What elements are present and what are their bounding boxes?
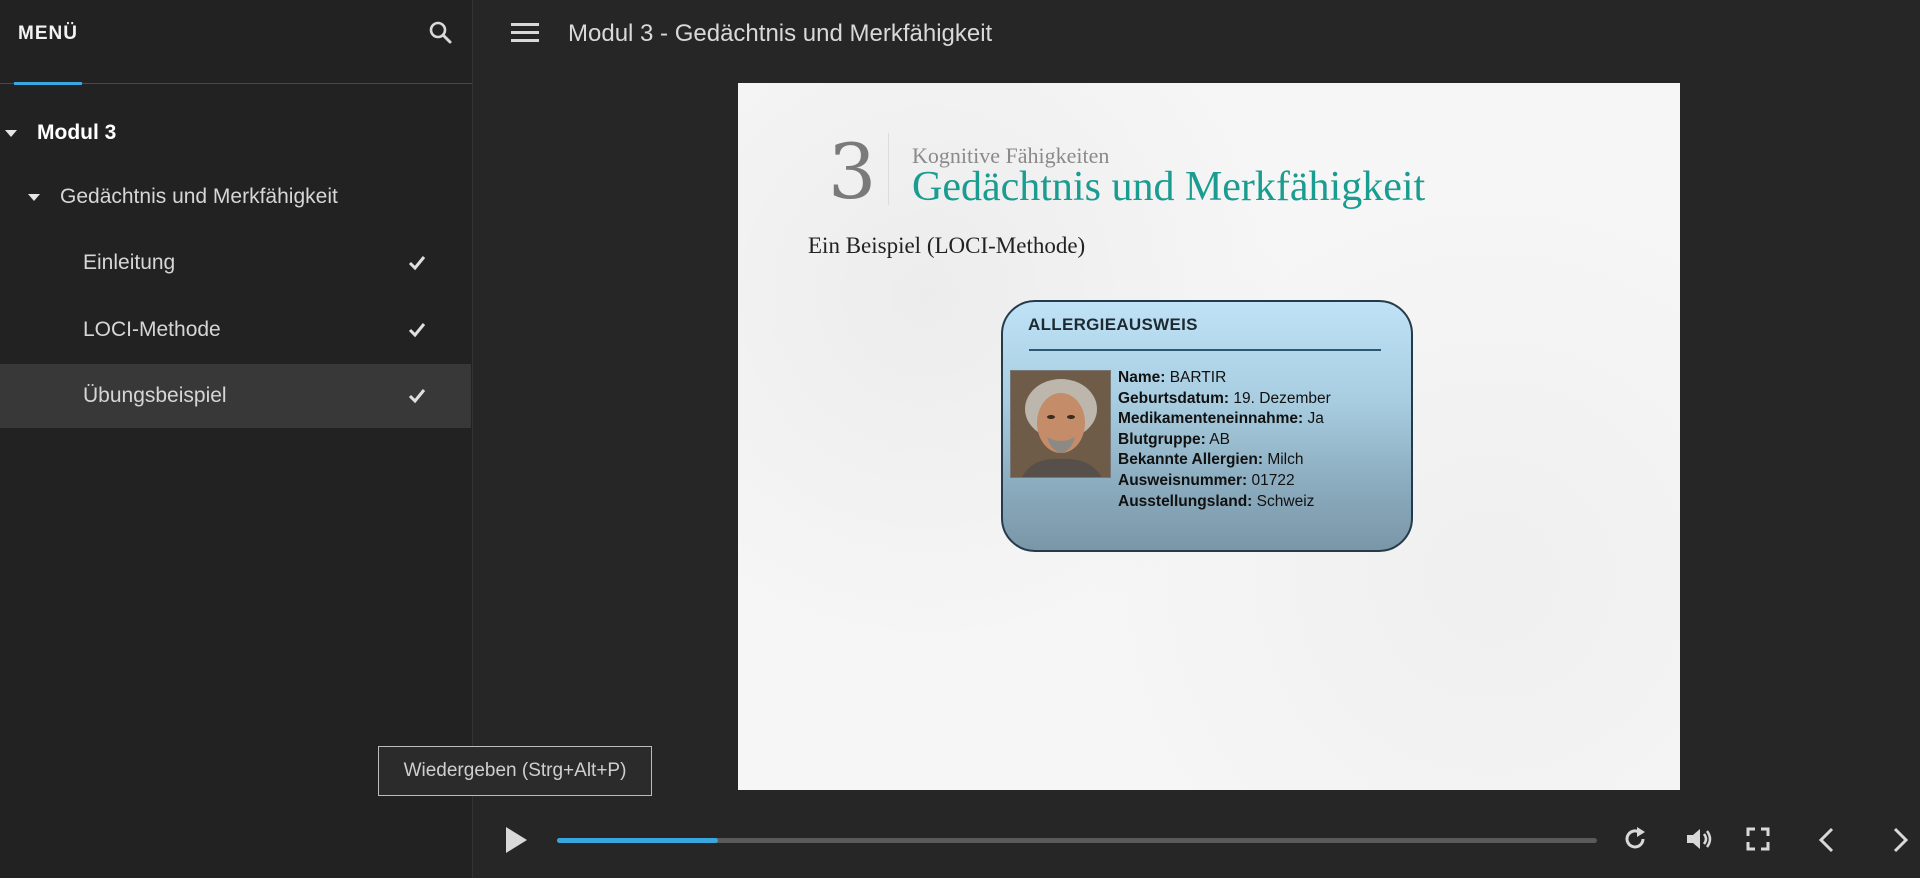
sidebar-item-label: LOCI-Methode bbox=[83, 318, 221, 341]
sidebar-item-label: Gedächtnis und Merkfähigkeit bbox=[60, 185, 338, 208]
top-bar: Modul 3 - Gedächtnis und Merkfähigkeit bbox=[473, 0, 1920, 68]
caret-down-icon bbox=[28, 194, 40, 201]
sidebar-item-label: Modul 3 bbox=[37, 121, 117, 144]
search-icon[interactable] bbox=[428, 20, 454, 46]
slide-divider bbox=[888, 133, 889, 205]
slide-canvas: 3 Kognitive Fähigkeiten Gedächtnis und M… bbox=[738, 83, 1680, 790]
replay-icon[interactable] bbox=[1621, 825, 1649, 858]
card-field-name: Name: BARTIR bbox=[1118, 369, 1227, 386]
card-title: ALLERGIEAUSWEIS bbox=[1028, 315, 1198, 334]
play-tooltip: Wiedergeben (Strg+Alt+P) bbox=[378, 746, 652, 796]
fullscreen-icon[interactable] bbox=[1746, 827, 1770, 856]
check-icon bbox=[408, 389, 426, 404]
card-field-country: Ausstellungsland: Schweiz bbox=[1118, 492, 1315, 510]
sidebar-header: MENÜ bbox=[0, 0, 472, 85]
sidebar-item-modul-3[interactable]: Modul 3 bbox=[0, 101, 471, 165]
card-field-bloodtype: Blutgruppe: AB bbox=[1118, 430, 1230, 448]
progress-fill bbox=[557, 838, 719, 843]
card-field-medication: Medikamenteneinnahme: Ja bbox=[1118, 410, 1324, 428]
slide-title: Gedächtnis und Merkfähigkeit bbox=[912, 164, 1426, 210]
prev-icon[interactable] bbox=[1816, 826, 1836, 859]
card-divider bbox=[1029, 349, 1381, 351]
player-controls bbox=[473, 800, 1920, 878]
slide-module-number: 3 bbox=[828, 127, 877, 216]
next-icon[interactable] bbox=[1891, 826, 1911, 859]
card-field-allergies: Bekannte Allergien: Milch bbox=[1118, 451, 1304, 469]
caret-down-icon bbox=[5, 130, 17, 137]
menu-title: MENÜ bbox=[18, 23, 78, 44]
card-field-id-number: Ausweisnummer: 01722 bbox=[1118, 471, 1295, 489]
allergy-card: ALLERGIEAUSWEIS Name: BARTIR Geburtsdatu… bbox=[1001, 300, 1413, 552]
portrait-photo bbox=[1010, 370, 1111, 478]
check-icon bbox=[408, 256, 426, 271]
sidebar-item-loci-methode[interactable]: LOCI-Methode bbox=[0, 298, 471, 362]
check-icon bbox=[408, 323, 426, 338]
sidebar-item-einleitung[interactable]: Einleitung bbox=[0, 231, 471, 295]
menu-tab-indicator bbox=[14, 82, 82, 85]
card-fields: Name: BARTIR Geburtsdatum: 19. Dezember … bbox=[1118, 368, 1331, 512]
sidebar-item-gedaechtnis[interactable]: Gedächtnis und Merkfähigkeit bbox=[0, 165, 471, 229]
course-title: Modul 3 - Gedächtnis und Merkfähigkeit bbox=[568, 20, 993, 47]
sidebar-item-label: Übungsbeispiel bbox=[83, 384, 227, 407]
app-root: MENÜ Modul 3 Gedächtnis und Merkfähigkei… bbox=[0, 0, 1920, 878]
volume-icon[interactable] bbox=[1685, 826, 1715, 857]
sidebar-item-label: Einleitung bbox=[83, 251, 176, 274]
slide-example-heading: Ein Beispiel (LOCI-Methode) bbox=[808, 233, 1086, 258]
hamburger-menu-icon[interactable] bbox=[511, 23, 541, 45]
card-field-birthdate: Geburtsdatum: 19. Dezember bbox=[1118, 389, 1331, 407]
sidebar-item-uebungsbeispiel[interactable]: Übungsbeispiel bbox=[0, 364, 471, 428]
play-icon[interactable] bbox=[503, 825, 529, 860]
progress-bar[interactable] bbox=[557, 838, 1597, 843]
